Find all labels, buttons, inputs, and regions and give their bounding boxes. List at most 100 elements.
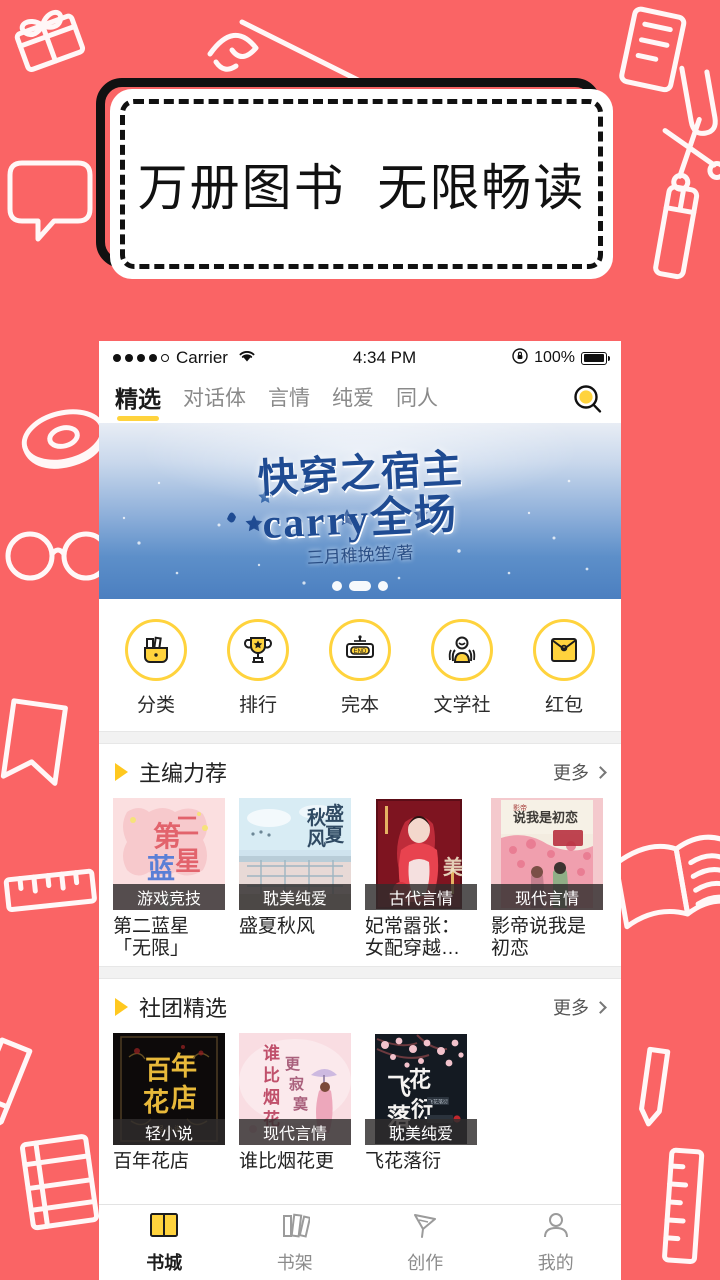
book-cover: 百 年 花 店 轻 小 说 轻小说 [113, 1033, 225, 1146]
svg-text:比: 比 [263, 1065, 280, 1085]
trophy-icon [227, 619, 289, 681]
section-header-club-picks: 社团精选 更多 [99, 979, 621, 1029]
section-more-label: 更多 [553, 763, 589, 783]
signal-strength-icon [113, 354, 169, 362]
section-title: 主编力荐 [139, 761, 228, 786]
battery-full-icon [581, 351, 610, 365]
quick-action-literary-club[interactable]: 文学社 [411, 619, 513, 717]
status-bar: Carrier 4:34 PM 100% [99, 341, 621, 375]
svg-text:蓝: 蓝 [147, 853, 175, 885]
nav-item-bookstore[interactable]: 书城 [99, 1205, 230, 1280]
book-item[interactable]: 美 古代言情 妃常嚣张：女配穿越… [365, 798, 477, 960]
book-city-icon [149, 1211, 179, 1244]
rotation-lock-icon [512, 347, 528, 369]
quick-action-red-packet[interactable]: 红包 [513, 619, 615, 717]
nav-label: 创作 [407, 1252, 444, 1273]
quick-action-label: 文学社 [433, 695, 491, 716]
category-tabs: 精选 对话体 言情 纯爱 同人 [99, 375, 621, 423]
book-title: 盛夏秋风 [239, 916, 316, 937]
book-badge: 古代言情 [365, 884, 477, 910]
clock-label: 4:34 PM [352, 348, 417, 367]
tab-tongren[interactable]: 同人 [396, 382, 438, 419]
svg-text:影帝: 影帝 [513, 803, 527, 812]
carrier-label: Carrier [176, 348, 228, 367]
section-marker-icon [115, 763, 128, 781]
wifi-icon [237, 348, 257, 368]
book-item[interactable]: 谁 比 烟 花 更 寂 寞 现代言情 谁比烟花更 [239, 1033, 351, 1173]
tab-chunai[interactable]: 纯爱 [332, 382, 374, 419]
pen-create-icon [410, 1211, 440, 1244]
promo-banner-text: 万册图书 无限畅读 [137, 160, 586, 216]
banner-dot[interactable] [378, 581, 388, 591]
banner-dot-active[interactable] [349, 581, 371, 591]
end-sign-icon: END [329, 619, 391, 681]
svg-text:店: 店 [171, 1084, 197, 1113]
section-more-link[interactable]: 更多 [553, 759, 607, 785]
tab-yanqing[interactable]: 言情 [268, 382, 310, 419]
book-title: 百年花店 [113, 1151, 190, 1173]
section-more-link[interactable]: 更多 [553, 994, 607, 1020]
nav-item-bookshelf[interactable]: 书架 [230, 1205, 361, 1280]
banner-page-indicator[interactable] [99, 581, 621, 591]
tab-jingxuan[interactable]: 精选 [115, 380, 161, 421]
quick-actions: 分类 排行 END 完本 文学社 红包 [99, 599, 621, 731]
section-divider [99, 966, 621, 980]
quick-action-completed[interactable]: END 完本 [309, 619, 411, 717]
svg-text:谁: 谁 [263, 1043, 280, 1063]
book-list-club-picks: 百 年 花 店 轻 小 说 轻小说 百年花店 [99, 1029, 621, 1179]
book-title: 妃常嚣张：女配穿越… [365, 916, 461, 960]
nav-item-profile[interactable]: 我的 [491, 1205, 622, 1280]
svg-text:夏: 夏 [325, 824, 345, 846]
promo-banner-card: 万册图书 无限畅读 [110, 89, 613, 279]
book-badge: 现代言情 [239, 1119, 351, 1146]
battery-percent-label: 100% [534, 349, 575, 366]
svg-text:盛: 盛 [325, 802, 344, 825]
svg-text:百: 百 [145, 1056, 171, 1085]
phone-screen: Carrier 4:34 PM 100% 精选 对话体 言情 纯爱 同人 快穿之… [99, 341, 621, 1280]
chevron-right-icon [594, 1000, 607, 1014]
book-title: 谁比烟花更 [239, 1151, 335, 1173]
svg-text:风: 风 [307, 828, 326, 850]
book-item[interactable]: 第 二 蓝 星 游戏竞技 第二蓝星「无限」 [113, 798, 225, 960]
book-title: 飞花落衍 [365, 1151, 442, 1173]
section-header-editor-picks: 主编力荐 更多 [99, 744, 621, 794]
book-badge: 耽美纯爱 [239, 884, 351, 910]
book-cover: 美 古代言情 [365, 798, 477, 910]
book-cover: 第 二 蓝 星 游戏竞技 [113, 798, 225, 910]
tab-duihuati[interactable]: 对话体 [183, 382, 246, 419]
book-list-editor-picks: 第 二 蓝 星 游戏竞技 第二蓝星「无限」 秋 盛 风 夏 耽美纯爱 盛夏秋风 … [99, 794, 621, 966]
nav-label: 书城 [146, 1252, 183, 1273]
svg-text:星: 星 [175, 847, 201, 876]
book-cover: 说我是初恋 影帝 现代言情 [491, 798, 603, 910]
quick-action-label: 排行 [238, 695, 277, 716]
book-badge: 耽美纯爱 [365, 1119, 477, 1146]
promo-banner: 万册图书 无限畅读 [96, 78, 616, 283]
quick-action-label: 完本 [340, 695, 379, 716]
quick-action-category[interactable]: 分类 [105, 619, 207, 717]
nav-item-create[interactable]: 创作 [360, 1205, 491, 1280]
section-title: 社团精选 [139, 996, 228, 1022]
svg-text:花: 花 [409, 1067, 431, 1092]
banner-carousel[interactable]: 快穿之宿主 carry全场 三月稚挽笙/著 [99, 423, 621, 599]
svg-text:寂: 寂 [289, 1075, 304, 1093]
svg-text:寞: 寞 [293, 1095, 309, 1113]
banner-dot[interactable] [332, 581, 342, 591]
svg-text:说我是初恋: 说我是初恋 [513, 810, 578, 825]
book-badge: 轻小说 [113, 1119, 225, 1146]
nav-label: 我的 [537, 1252, 574, 1273]
book-item[interactable]: 百 年 花 店 轻 小 说 轻小说 百年花店 [113, 1033, 225, 1173]
svg-text:烟: 烟 [263, 1087, 280, 1107]
book-item[interactable]: 秋 盛 风 夏 耽美纯爱 盛夏秋风 [239, 798, 351, 960]
book-item[interactable]: 说我是初恋 影帝 现代言情 影帝说我是初恋 [491, 798, 603, 960]
category-bag-icon [125, 619, 187, 681]
svg-text:飞: 飞 [387, 1075, 411, 1101]
svg-text:飞花落衍: 飞花落衍 [428, 1099, 448, 1106]
chevron-right-icon [594, 765, 607, 779]
book-item[interactable]: 飞 花 落 衍 飞花落衍 耽美纯爱 飞花落衍 [365, 1033, 477, 1173]
quick-action-label: 红包 [544, 695, 583, 716]
quick-action-ranking[interactable]: 排行 [207, 619, 309, 717]
people-group-icon [431, 619, 493, 681]
search-icon[interactable] [571, 383, 605, 417]
book-item-placeholder [491, 1033, 603, 1173]
section-marker-icon [115, 998, 128, 1017]
